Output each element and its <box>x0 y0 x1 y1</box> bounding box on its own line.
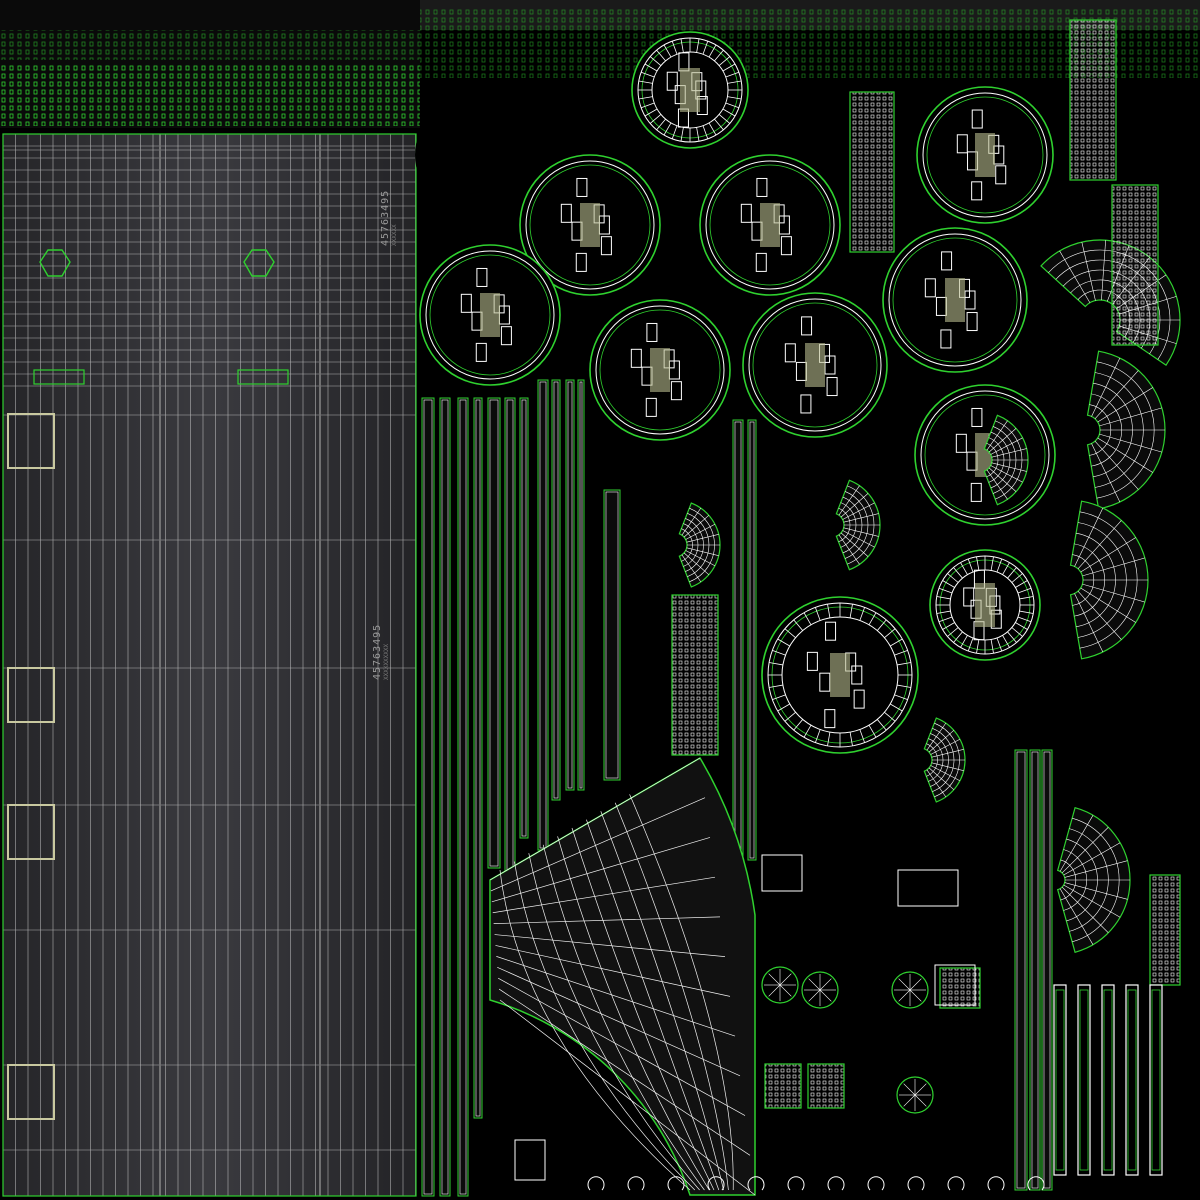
serial-label-small: 45763495 XXXXXX <box>380 190 398 246</box>
serial-small-sub: XXXXXX <box>391 224 398 246</box>
uv-texture-sheet <box>0 0 1200 1200</box>
serial-large-sub: XXXXXXXXXX <box>383 643 390 680</box>
serial-large-text: 45763495 <box>372 623 383 680</box>
serial-label-large: 45763495 XXXXXXXXXX <box>372 624 390 680</box>
left-grid-panel <box>2 133 417 1197</box>
serial-small-text: 45763495 <box>380 189 391 246</box>
